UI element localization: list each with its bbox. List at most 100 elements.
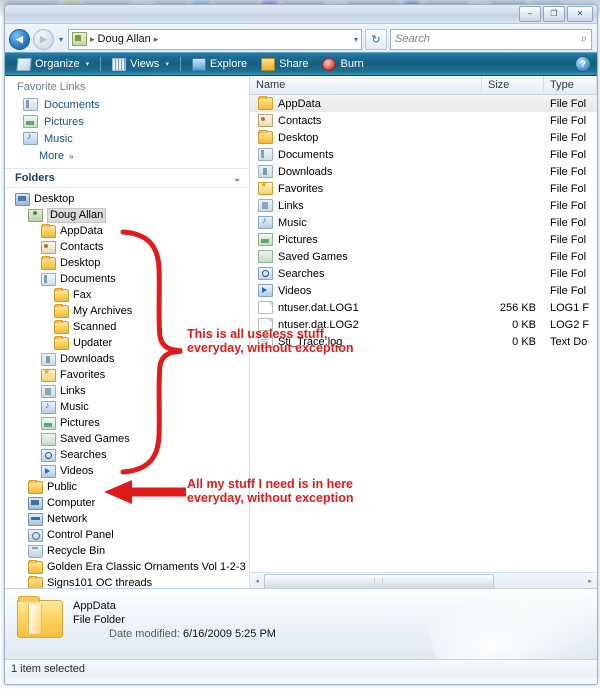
folder-icon <box>258 96 273 110</box>
column-header-name[interactable]: Name <box>250 76 482 94</box>
tree-item-label: Public <box>47 481 77 493</box>
details-kind: File Folder <box>73 614 125 626</box>
scroll-right-button[interactable]: ▸ <box>583 574 597 587</box>
forward-button[interactable]: ▶ <box>33 28 54 50</box>
searches-icon <box>41 448 56 462</box>
back-button[interactable]: ◀ <box>9 28 30 50</box>
table-row[interactable]: Videos File Fol <box>250 282 597 299</box>
tree-item-signs101-oc-threads[interactable]: Signs101 OC threads <box>5 575 249 588</box>
favorite-links-more[interactable]: More » <box>5 147 249 165</box>
contacts-icon <box>41 240 56 254</box>
search-box[interactable]: Search ⌕ <box>390 28 592 50</box>
table-row[interactable]: Desktop File Fol <box>250 129 597 146</box>
folders-header[interactable]: Folders ⌄ <box>5 169 249 188</box>
pictures-icon <box>23 115 38 128</box>
tree-item-pictures[interactable]: Pictures <box>5 415 249 431</box>
minimize-button[interactable]: – <box>519 6 541 22</box>
title-bar[interactable]: – ❐ ✕ <box>5 5 597 24</box>
tree-item-searches[interactable]: Searches <box>5 447 249 463</box>
help-button[interactable]: ? <box>575 56 591 72</box>
close-button[interactable]: ✕ <box>567 6 593 22</box>
videos-icon <box>258 284 273 297</box>
favorite-link-pictures[interactable]: Pictures <box>5 113 249 130</box>
tree-item-label: Desktop <box>60 257 101 269</box>
file-size-cell: 256 KB <box>499 301 536 314</box>
search-input[interactable]: Search <box>395 33 581 45</box>
tree-item-links[interactable]: Links <box>5 383 249 399</box>
close-icon: ✕ <box>576 9 584 18</box>
tree-item-recycle-bin[interactable]: Recycle Bin <box>5 543 249 559</box>
scroll-track[interactable]: ⋮⋮ <box>264 574 583 589</box>
file-name-cell: Searches <box>250 267 482 280</box>
file-type-cell: LOG1 F <box>550 301 590 314</box>
tree-item-saved-games[interactable]: Saved Games <box>5 431 249 447</box>
tree-item-control-panel[interactable]: Control Panel <box>5 527 249 543</box>
column-header-size[interactable]: Size <box>482 76 544 94</box>
tree-item-label: Links <box>60 385 86 397</box>
tree-item-music[interactable]: Music <box>5 399 249 415</box>
tree-item-desktop[interactable]: Desktop <box>5 255 249 271</box>
toolbar-organize[interactable]: Organize ▾ <box>11 54 95 74</box>
tree-item-label: Updater <box>73 337 113 349</box>
favorite-link-documents[interactable]: Documents <box>5 96 249 113</box>
file-type-cell: File Fol <box>550 131 587 144</box>
tree-item-desktop[interactable]: Desktop <box>5 191 249 207</box>
tree-item-label: Fax <box>73 289 92 301</box>
table-row[interactable]: Links File Fol <box>250 197 597 214</box>
refresh-icon: ↻ <box>371 33 381 46</box>
breadcrumb-separator-1[interactable]: ▸ <box>154 34 159 45</box>
toolbar-burn[interactable]: Burn <box>316 54 369 74</box>
tree-item-documents[interactable]: Documents <box>5 271 249 287</box>
table-row[interactable]: Favorites File Fol <box>250 180 597 197</box>
table-row[interactable]: Searches File Fol <box>250 265 597 282</box>
horizontal-scrollbar[interactable]: ◂ ⋮⋮ ▸ <box>250 572 597 589</box>
music-icon <box>258 215 273 229</box>
tree-item-network[interactable]: Network <box>5 511 249 527</box>
refresh-button[interactable]: ↻ <box>365 28 387 50</box>
table-row[interactable]: ntuser.dat.LOG1 256 KB LOG1 F <box>250 299 597 316</box>
tree-item-label: Doug Allan <box>47 207 107 223</box>
tree-item-golden-era-classic-ornaments-vol-1-2-3[interactable]: Golden Era Classic Ornaments Vol 1-2-3 <box>5 559 249 575</box>
details-pane: AppData File Folder Date modified: 6/16/… <box>5 588 597 659</box>
toolbar-explore[interactable]: Explore <box>186 54 253 74</box>
table-row[interactable]: AppData File Fol <box>250 95 597 112</box>
scroll-thumb[interactable]: ⋮⋮ <box>264 574 494 589</box>
contacts-icon <box>258 114 273 127</box>
favorites-icon <box>41 367 56 382</box>
table-row[interactable]: Music File Fol <box>250 214 597 231</box>
toolbar-views[interactable]: Views ▾ <box>106 54 175 74</box>
restore-button[interactable]: ❐ <box>543 6 565 22</box>
file-name-cell: Pictures <box>250 233 482 246</box>
table-row[interactable]: Contacts File Fol <box>250 112 597 129</box>
table-row[interactable]: Pictures File Fol <box>250 231 597 248</box>
table-row[interactable]: Downloads File Fol <box>250 163 597 180</box>
tree-item-appdata[interactable]: AppData <box>5 223 249 239</box>
date-modified-label: Date modified: <box>109 628 180 640</box>
annotation-useless-stuff: This is all useless stuff, everyday, wit… <box>187 327 354 355</box>
tree-item-fax[interactable]: Fax <box>5 287 249 303</box>
tree-item-favorites[interactable]: Favorites <box>5 367 249 383</box>
file-name-cell: Saved Games <box>250 250 482 263</box>
file-name-label: AppData <box>278 97 321 110</box>
favorite-link-music[interactable]: Music <box>5 130 249 147</box>
file-name-label: Favorites <box>278 182 324 195</box>
tree-item-my-archives[interactable]: My Archives <box>5 303 249 319</box>
file-name-cell: Videos <box>250 284 482 297</box>
tree-item-contacts[interactable]: Contacts <box>5 239 249 255</box>
table-row[interactable]: Documents File Fol <box>250 146 597 163</box>
tree-item-doug-allan[interactable]: Doug Allan <box>5 207 249 223</box>
chevron-down-icon[interactable]: ⌄ <box>233 173 241 184</box>
tree-item-label: Searches <box>60 449 107 461</box>
folders-header-label: Folders <box>15 172 55 184</box>
address-dropdown-icon[interactable]: ▾ <box>354 35 358 44</box>
toolbar-share[interactable]: Share <box>255 54 314 74</box>
recent-pages-dropdown[interactable]: ▾ <box>57 35 65 44</box>
scroll-left-button[interactable]: ◂ <box>250 574 264 587</box>
column-header-type[interactable]: Type <box>544 76 597 94</box>
table-row[interactable]: Saved Games File Fol <box>250 248 597 265</box>
file-name-cell: Downloads <box>250 165 482 178</box>
breadcrumb-doug-allan[interactable]: Doug Allan <box>98 33 151 45</box>
tree-item-label: Control Panel <box>47 529 114 541</box>
tree-item-label: Saved Games <box>60 433 130 445</box>
address-input[interactable]: ▸ Doug Allan ▸ ▾ <box>68 28 362 50</box>
